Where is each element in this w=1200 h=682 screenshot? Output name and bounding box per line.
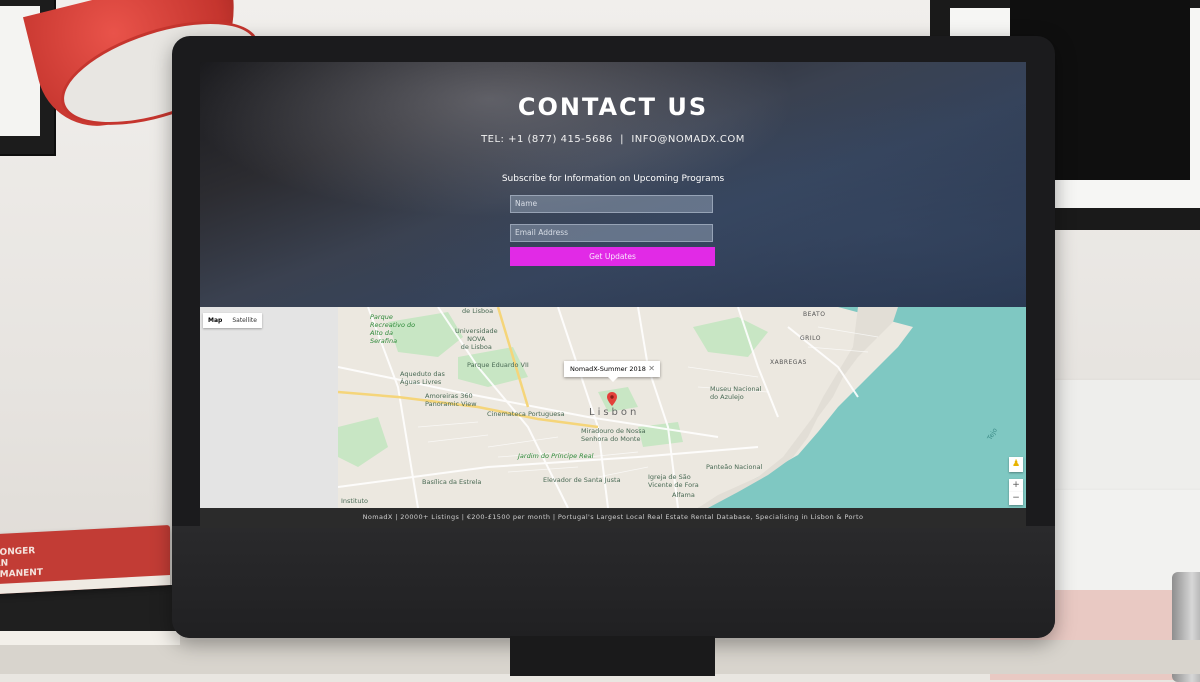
page-title: CONTACT US <box>517 93 709 121</box>
map-label-cinemateca: Cinemateca Portuguesa <box>487 410 565 418</box>
site-footer: NomadX | 20000+ Listings | €200-£1500 pe… <box>200 508 1026 528</box>
map-label-jardim: Jardim do Príncipe Real <box>518 452 594 460</box>
map-label-panteao: Panteão Nacional <box>706 463 763 471</box>
contact-section: CONTACT US TEL: +1 (877) 415-5686 | INFO… <box>200 62 1026 307</box>
map-type-toggle[interactable]: Map Satellite <box>203 313 262 328</box>
map-widget[interactable]: Map Satellite Parque Recreativo do Alto … <box>200 307 1026 508</box>
map-label-museu: Museu Nacional do Azulejo <box>710 385 762 401</box>
map-label-basilica: Basílica da Estrela <box>422 478 482 486</box>
map-label-universidade: Universidade NOVA de Lisboa <box>455 327 498 351</box>
info-window-title: NomadX-Summer 2018 <box>570 365 646 373</box>
book-title: STRONGER THAN PERMANENT <box>0 546 43 581</box>
map-label-igreja: Igreja de São Vicente de Fora <box>648 473 699 489</box>
map-label-beato: BEATO <box>803 311 826 318</box>
zoom-out-button[interactable]: − <box>1009 492 1023 505</box>
map-label-grilo: GRILO <box>800 335 821 342</box>
street-view-pegman-icon[interactable]: ♟ <box>1009 457 1023 472</box>
map-label-alfama: Alfama <box>672 491 695 499</box>
map-label-parque: Parque Recreativo do Alto da Serafina <box>370 313 416 345</box>
map-label-amoreiras: Amoreiras 360 Panoramic View <box>425 392 477 408</box>
zoom-in-button[interactable]: + <box>1009 479 1023 492</box>
map-label-miradouro: Miradouro de Nossa Senhora do Monte <box>581 427 646 443</box>
map-label-lisbon: Lisbon <box>589 407 640 418</box>
screen: CONTACT US TEL: +1 (877) 415-5686 | INFO… <box>200 62 1026 528</box>
book-red: STRONGER THAN PERMANENT <box>0 525 170 595</box>
map-label-xabregas: XABREGAS <box>770 359 807 366</box>
map-type-satellite[interactable]: Satellite <box>227 313 262 328</box>
map-label-aqueduto: Aqueduto das Águas Livres <box>400 370 445 386</box>
contact-info[interactable]: TEL: +1 (877) 415-5686 | INFO@NOMADX.COM <box>200 134 1026 145</box>
map-marker-icon[interactable] <box>607 392 617 406</box>
close-icon[interactable]: ✕ <box>648 361 655 377</box>
subscribe-text: Subscribe for Information on Upcoming Pr… <box>501 174 725 184</box>
map-unloaded-area <box>200 307 338 508</box>
book-black <box>0 585 180 645</box>
map-label-elevador: Elevador de Santa Justa <box>543 476 621 484</box>
map-label-instituto: Instituto <box>341 497 368 505</box>
name-field[interactable]: Name <box>510 195 713 213</box>
email-field[interactable]: Email Address <box>510 224 713 242</box>
map-info-window: NomadX-Summer 2018 ✕ <box>564 361 660 382</box>
shelf-box <box>1040 380 1200 490</box>
map-label-de-lisboa: de Lisboa <box>462 307 494 315</box>
imac-chin <box>172 526 1055 638</box>
imac-stand <box>510 636 715 676</box>
map-type-map[interactable]: Map <box>203 313 227 328</box>
get-updates-button[interactable]: Get Updates <box>510 247 715 266</box>
map-label-parque-eduardo: Parque Eduardo VII <box>467 361 529 369</box>
